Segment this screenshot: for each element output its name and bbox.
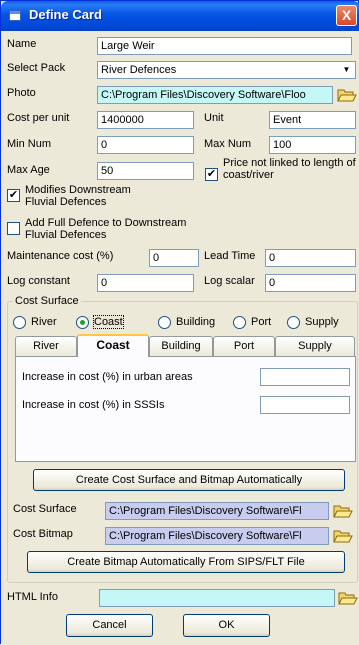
coast-tab-panel: Increase in cost (%) in urban areas Incr… — [15, 356, 356, 462]
unit-label: Unit — [204, 112, 224, 124]
cost-surface-path-label: Cost Surface — [13, 503, 77, 515]
create-bitmap-button[interactable]: Create Bitmap Automatically From SIPS/FL… — [27, 551, 345, 573]
window-title: Define Card — [29, 7, 102, 22]
photo-path-field[interactable]: C:\Program Files\Discovery Software\Floo — [97, 86, 333, 104]
close-icon[interactable]: X — [336, 5, 357, 26]
cancel-button[interactable]: Cancel — [66, 614, 153, 637]
name-field[interactable]: Large Weir — [97, 37, 352, 55]
cost-per-unit-field[interactable]: 1400000 — [97, 111, 194, 129]
sssi-increase-field[interactable] — [260, 396, 350, 414]
lead-time-field[interactable]: 0 — [265, 249, 356, 267]
radio-supply[interactable] — [287, 316, 300, 329]
modifies-downstream-checkbox[interactable]: ✔ — [7, 189, 20, 202]
unit-field[interactable]: Event — [269, 111, 356, 129]
dialog-body: Name Large Weir Select Pack River Defenc… — [1, 31, 359, 645]
cost-per-unit-label: Cost per unit — [7, 112, 70, 124]
sssi-increase-label: Increase in cost (%) in SSSIs — [22, 399, 165, 411]
add-full-defence-label: Add Full Defence to Downstream Fluvial D… — [25, 217, 187, 241]
html-info-field[interactable] — [99, 589, 335, 607]
max-num-field[interactable]: 100 — [269, 136, 356, 154]
min-num-label: Min Num — [7, 138, 52, 150]
radio-building[interactable] — [158, 316, 171, 329]
tab-river[interactable]: River — [15, 336, 77, 356]
tab-building[interactable]: Building — [149, 336, 213, 356]
ok-button[interactable]: OK — [183, 614, 270, 637]
select-pack-combo[interactable]: River Defences ▼ — [97, 61, 356, 79]
folder-open-icon[interactable] — [338, 589, 358, 607]
chevron-down-icon[interactable]: ▼ — [339, 63, 354, 77]
radio-river[interactable] — [13, 316, 26, 329]
urban-increase-field[interactable] — [260, 368, 350, 386]
radio-coast[interactable] — [76, 316, 89, 329]
photo-label: Photo — [7, 87, 36, 99]
log-scalar-field[interactable]: 0 — [265, 274, 356, 292]
radio-river-label: River — [31, 316, 57, 328]
html-info-label: HTML Info — [7, 591, 58, 603]
modifies-downstream-label: Modifies Downstream Fluvial Defences — [25, 184, 131, 208]
define-card-window: Define Card X Name Large Weir Select Pac… — [0, 0, 359, 645]
price-not-linked-checkbox[interactable]: ✔ — [205, 168, 218, 181]
radio-building-label: Building — [176, 316, 216, 328]
max-num-label: Max Num — [204, 138, 252, 150]
log-constant-label: Log constant — [7, 275, 70, 287]
radio-port-label: Port — [251, 316, 272, 328]
log-constant-field[interactable]: 0 — [97, 274, 194, 292]
add-full-defence-checkbox[interactable] — [7, 222, 20, 235]
lead-time-label: Lead Time — [204, 250, 256, 262]
name-label: Name — [7, 38, 37, 50]
tab-supply[interactable]: Supply — [275, 336, 355, 356]
tab-coast[interactable]: Coast — [77, 334, 149, 357]
folder-open-icon[interactable] — [333, 502, 353, 520]
cost-surface-group-label: Cost Surface — [13, 295, 81, 307]
cost-surface-path-field[interactable]: C:\Program Files\Discovery Software\Fl — [105, 502, 329, 520]
folder-open-icon[interactable] — [337, 86, 357, 104]
urban-increase-label: Increase in cost (%) in urban areas — [22, 371, 193, 383]
title-bar[interactable]: Define Card X — [1, 1, 359, 31]
radio-port[interactable] — [233, 316, 246, 329]
create-cost-surface-button[interactable]: Create Cost Surface and Bitmap Automatic… — [33, 469, 345, 491]
radio-coast-label: Coast — [93, 315, 124, 329]
select-pack-value: River Defences — [101, 64, 177, 76]
max-age-field[interactable]: 50 — [97, 162, 194, 180]
tab-port[interactable]: Port — [213, 336, 275, 356]
window-icon — [9, 10, 21, 21]
cost-bitmap-path-field[interactable]: C:\Program Files\Discovery Software\Fl — [105, 527, 329, 545]
select-pack-label: Select Pack — [7, 62, 66, 74]
folder-open-icon[interactable] — [333, 527, 353, 545]
maintenance-cost-label: Maintenance cost (%) — [7, 250, 114, 262]
maintenance-cost-field[interactable]: 0 — [149, 249, 199, 267]
min-num-field[interactable]: 0 — [97, 136, 194, 154]
radio-supply-label: Supply — [305, 316, 339, 328]
max-age-label: Max Age — [7, 164, 50, 176]
cost-bitmap-path-label: Cost Bitmap — [13, 528, 73, 540]
log-scalar-label: Log scalar — [204, 275, 255, 287]
price-not-linked-label: Price not linked to length of coast/rive… — [223, 157, 356, 181]
